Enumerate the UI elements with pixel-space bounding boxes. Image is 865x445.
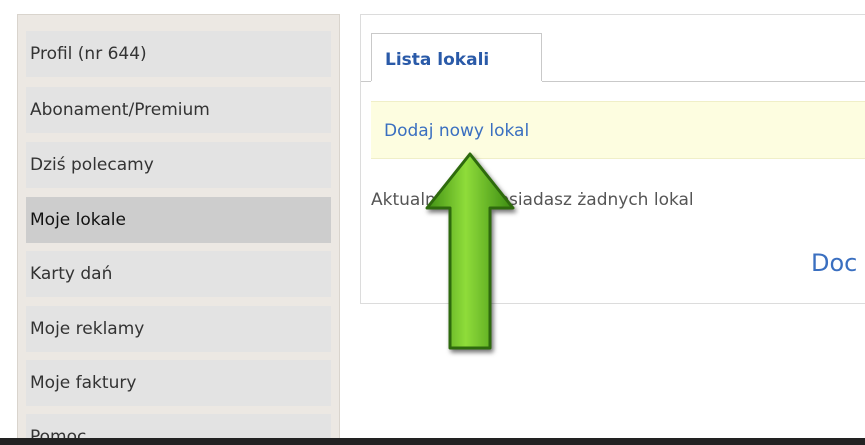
sidebar-item-label: Abonament/Premium [30, 100, 210, 120]
up-arrow-icon [425, 152, 515, 350]
sidebar-item-label: Moje faktury [30, 373, 137, 393]
sidebar-item-label: Moje lokale [30, 210, 126, 230]
sidebar-item-my-ads[interactable]: Moje reklamy [26, 306, 331, 352]
tab-venue-list[interactable]: Lista lokali [371, 33, 542, 82]
sidebar-item-recommended[interactable]: Dziś polecamy [26, 142, 331, 188]
add-venue-big-link[interactable]: Doc [811, 249, 857, 277]
add-new-venue-link[interactable]: Dodaj nowy lokal [384, 121, 529, 141]
sidebar-item-subscription[interactable]: Abonament/Premium [26, 87, 331, 133]
bottom-border [0, 438, 865, 445]
sidebar-item-label: Karty dań [30, 264, 113, 284]
tab-active-gap [371, 81, 542, 82]
sidebar-item-label: Profil (nr 644) [30, 44, 147, 64]
sidebar-item-my-venues[interactable]: Moje lokale [26, 197, 331, 243]
sidebar-item-profile[interactable]: Profil (nr 644) [26, 31, 331, 77]
sidebar-menu: Profil (nr 644) Abonament/Premium Dziś p… [17, 14, 340, 445]
sidebar-item-menus[interactable]: Karty dań [26, 251, 331, 297]
sidebar-item-label: Moje reklamy [30, 319, 145, 339]
tab-label: Lista lokali [385, 50, 490, 70]
sidebar-item-label: Dziś polecamy [30, 155, 154, 175]
sidebar-item-invoices[interactable]: Moje faktury [26, 360, 331, 406]
